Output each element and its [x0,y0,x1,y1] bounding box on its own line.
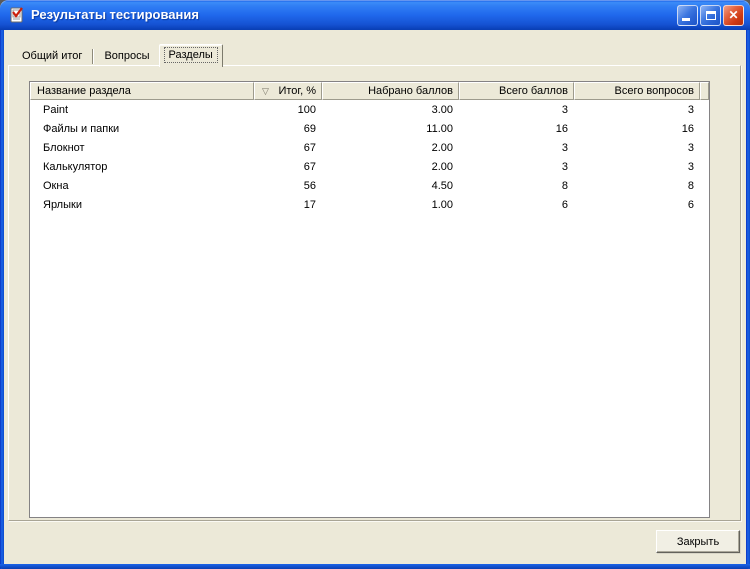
table-row[interactable]: Блокнот 67 2.00 3 3 [30,138,709,157]
window-title: Результаты тестирования [31,7,199,22]
window-client-area: Общий итог Вопросы Разделы Название разд… [4,30,746,564]
maximize-icon [706,11,716,20]
table-header-row: Название раздела ▽ Итог, % Набрано балло… [30,82,709,100]
column-header-points-total[interactable]: Всего баллов [459,82,574,100]
tab-separator [92,49,95,64]
window-border-right [746,30,750,569]
column-header-questions-total[interactable]: Всего вопросов [574,82,700,100]
cell-result-percent: 67 [303,160,316,173]
cell-points-earned: 4.50 [431,179,453,192]
tab-sections[interactable]: Разделы [158,44,223,67]
cell-points-earned: 1.00 [431,198,453,211]
column-header-filler [700,82,709,100]
cell-section-name: Paint [43,103,69,116]
cell-points-total: 3 [561,141,568,154]
window-border-bottom [0,564,750,569]
cell-points-earned: 3.00 [431,103,453,116]
close-window-button[interactable]: ✕ [723,5,744,26]
sections-results-table: Название раздела ▽ Итог, % Набрано балло… [29,81,710,518]
caption-buttons: ✕ [677,5,744,26]
cell-questions-total: 8 [687,179,694,192]
cell-result-percent: 56 [303,179,316,192]
tab-sections-label: Разделы [163,47,218,63]
minimize-button[interactable] [677,5,698,26]
cell-section-name: Ярлыки [43,198,82,211]
table-row[interactable]: Файлы и папки 69 11.00 16 16 [30,119,709,138]
cell-section-name: Файлы и папки [43,122,120,135]
cell-questions-total: 3 [687,160,694,173]
column-header-result-percent[interactable]: ▽ Итог, % [254,82,322,100]
window-icon [9,7,25,23]
cell-points-total: 8 [561,179,568,192]
table-row[interactable]: Окна 56 4.50 8 8 [30,176,709,195]
cell-result-percent: 69 [303,122,316,135]
cell-points-total: 16 [555,122,568,135]
cell-section-name: Блокнот [43,141,85,154]
cell-points-earned: 2.00 [431,141,453,154]
cell-result-percent: 67 [303,141,316,154]
cell-questions-total: 6 [687,198,694,211]
cell-points-total: 3 [561,103,568,116]
sections-tab-page: Название раздела ▽ Итог, % Набрано балло… [8,65,741,521]
table-row[interactable]: Paint 100 3.00 3 3 [30,100,709,119]
close-icon: ✕ [728,8,739,22]
titlebar[interactable]: Результаты тестирования ✕ [0,0,750,30]
cell-section-name: Окна [43,179,69,192]
table-row[interactable]: Ярлыки 17 1.00 6 6 [30,195,709,214]
cell-points-earned: 11.00 [426,122,453,135]
minimize-icon [682,18,690,21]
test-results-window: Результаты тестирования ✕ Общий итог Воп… [0,0,750,569]
tab-bar: Общий итог Вопросы Разделы [13,44,223,67]
cell-questions-total: 3 [687,141,694,154]
cell-points-total: 6 [561,198,568,211]
cell-result-percent: 17 [303,198,316,211]
cell-points-earned: 2.00 [431,160,453,173]
cell-section-name: Калькулятор [43,160,108,173]
table-row[interactable]: Калькулятор 67 2.00 3 3 [30,157,709,176]
column-header-points-earned[interactable]: Набрано баллов [322,82,459,100]
maximize-button[interactable] [700,5,721,26]
cell-points-total: 3 [561,160,568,173]
close-dialog-button[interactable]: Закрыть [656,530,740,553]
cell-questions-total: 3 [687,103,694,116]
cell-result-percent: 100 [297,103,316,116]
tab-questions[interactable]: Вопросы [95,47,158,66]
cell-questions-total: 16 [681,122,694,135]
sort-descending-icon: ▽ [262,85,269,96]
table-body: Paint 100 3.00 3 3 Файлы и папки 69 11.0… [30,100,709,517]
column-header-result-percent-label: Итог, % [278,85,316,97]
column-header-section-name[interactable]: Название раздела [30,82,254,100]
tab-overall-result[interactable]: Общий итог [13,47,91,66]
